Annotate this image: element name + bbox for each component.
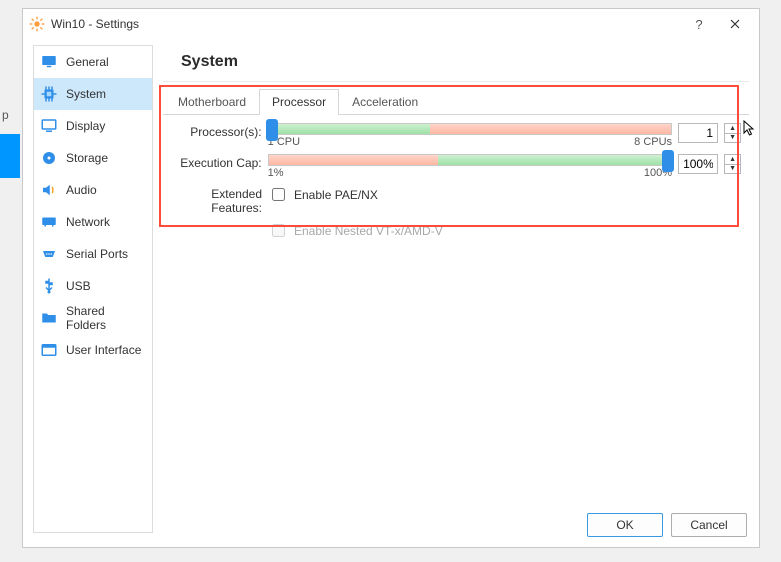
monitor-icon <box>40 53 58 71</box>
dialog-footer: OK Cancel <box>587 513 747 537</box>
display-icon <box>40 117 58 135</box>
sidebar-item-label: Network <box>66 215 110 229</box>
main-panel: System Motherboard Processor Acceleratio… <box>163 45 749 533</box>
sidebar-item-display[interactable]: Display <box>34 110 152 142</box>
execution-cap-slider[interactable] <box>268 154 672 166</box>
sidebar-item-network[interactable]: Network <box>34 206 152 238</box>
close-button[interactable] <box>717 10 753 38</box>
folder-icon <box>40 309 58 327</box>
sidebar-item-general[interactable]: General <box>34 46 152 78</box>
sidebar-item-storage[interactable]: Storage <box>34 142 152 174</box>
ok-button[interactable]: OK <box>587 513 663 537</box>
sidebar-item-shared-folders[interactable]: Shared Folders <box>34 302 152 334</box>
sidebar-item-label: System <box>66 87 106 101</box>
mouse-cursor-icon <box>743 120 759 136</box>
tab-motherboard[interactable]: Motherboard <box>165 89 259 115</box>
sidebar-item-audio[interactable]: Audio <box>34 174 152 206</box>
window-title: Win10 - Settings <box>51 17 681 31</box>
titlebar[interactable]: Win10 - Settings ? <box>23 9 759 39</box>
tab-acceleration[interactable]: Acceleration <box>339 89 431 115</box>
settings-sidebar: General System Display Storage Audio Net… <box>33 45 153 533</box>
sidebar-item-serial-ports[interactable]: Serial Ports <box>34 238 152 270</box>
usb-icon <box>40 277 58 295</box>
sidebar-item-user-interface[interactable]: User Interface <box>34 334 152 366</box>
sidebar-item-label: General <box>66 55 109 69</box>
sidebar-item-label: USB <box>66 279 91 293</box>
help-button[interactable]: ? <box>681 10 717 38</box>
app-gear-icon <box>29 16 45 32</box>
ui-icon <box>40 341 58 359</box>
processors-slider-thumb[interactable] <box>266 119 278 141</box>
sidebar-item-label: User Interface <box>66 343 141 357</box>
tab-processor[interactable]: Processor <box>259 89 339 115</box>
sidebar-item-label: Audio <box>66 183 97 197</box>
disk-icon <box>40 149 58 167</box>
network-icon <box>40 213 58 231</box>
divider <box>163 81 749 82</box>
execution-cap-slider-thumb[interactable] <box>662 150 674 172</box>
sidebar-item-label: Display <box>66 119 105 133</box>
speaker-icon <box>40 181 58 199</box>
processors-slider[interactable] <box>268 123 672 135</box>
sidebar-item-label: Storage <box>66 151 108 165</box>
sidebar-item-label: Shared Folders <box>66 304 146 332</box>
sidebar-item-system[interactable]: System <box>34 78 152 110</box>
settings-window: Win10 - Settings ? General System Displa… <box>22 8 760 548</box>
background-selected-strip <box>0 134 20 178</box>
sidebar-item-usb[interactable]: USB <box>34 270 152 302</box>
sidebar-item-label: Serial Ports <box>66 247 128 261</box>
page-title: System <box>181 53 749 71</box>
chip-icon <box>40 85 58 103</box>
cancel-button[interactable]: Cancel <box>671 513 747 537</box>
serial-port-icon <box>40 245 58 263</box>
background-stray-char: p <box>2 108 9 122</box>
